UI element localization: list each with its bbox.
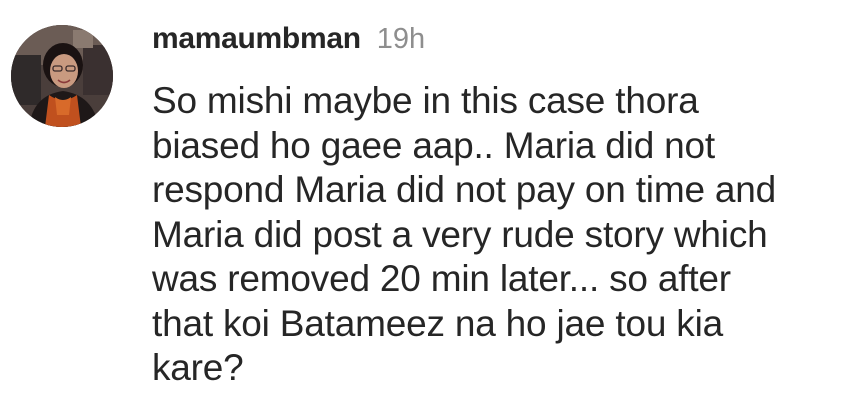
comment-line: kare? bbox=[152, 347, 244, 388]
profile-photo-icon bbox=[11, 25, 113, 127]
comment-line: biased ho gaee aap.. Maria did not bbox=[152, 124, 715, 166]
comment-header: mamaumbman 19h bbox=[152, 22, 425, 62]
comment-item: mamaumbman 19h So mishi maybe in this ca… bbox=[0, 0, 857, 411]
comment-line: was removed 20 min later... so after bbox=[152, 258, 731, 299]
username-link[interactable]: mamaumbman bbox=[152, 22, 361, 56]
timestamp[interactable]: 19h bbox=[377, 23, 425, 56]
comment-line: that koi Batameez na ho jae tou kia bbox=[152, 302, 723, 344]
comment-line: So mishi maybe in this case thora bbox=[152, 80, 699, 121]
comment-line: Maria did post a very rude story which bbox=[152, 213, 768, 255]
comment-text: So mishi maybe in this case thora biased… bbox=[152, 79, 842, 391]
avatar[interactable] bbox=[11, 25, 113, 127]
comment-line: respond Maria did not pay on time and bbox=[152, 169, 777, 210]
